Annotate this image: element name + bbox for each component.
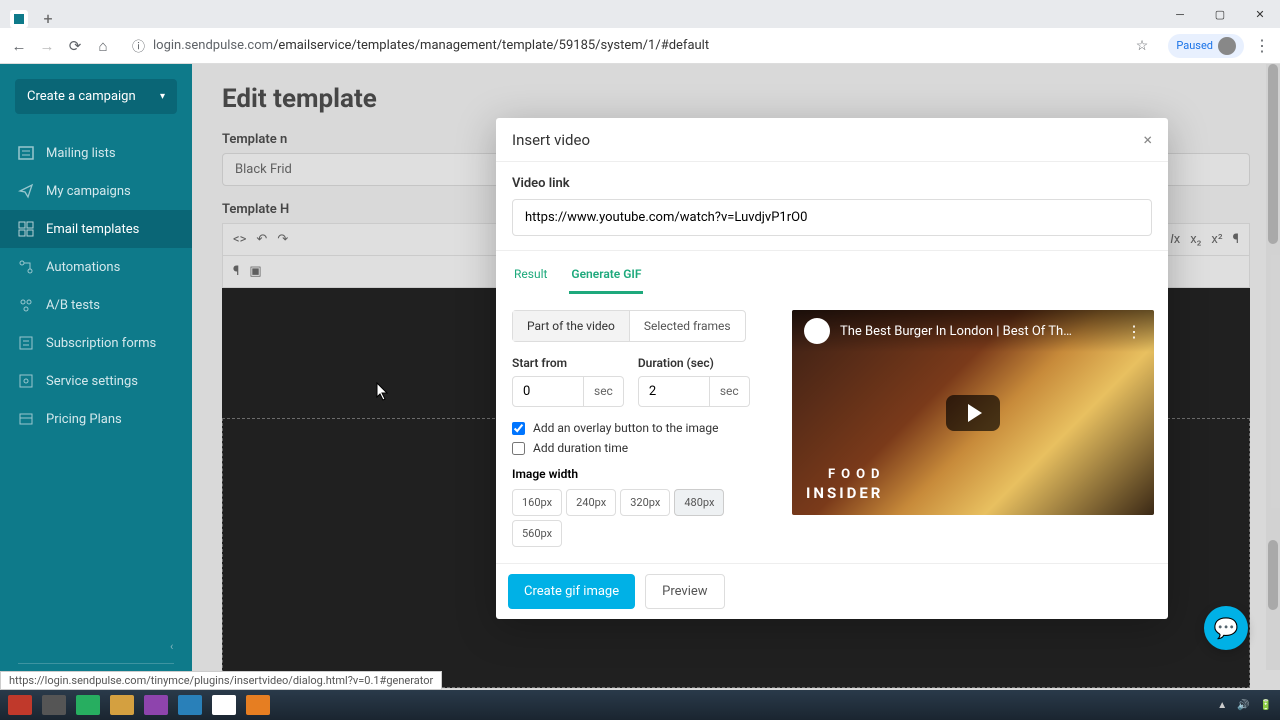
- video-link-label: Video link: [512, 176, 1152, 191]
- chevron-down-icon: ▾: [160, 91, 165, 102]
- insert-video-modal: Insert video × Video link Result Generat…: [496, 118, 1168, 619]
- sidebar-item-ab-tests[interactable]: A/B tests: [0, 286, 192, 324]
- profile-paused-chip[interactable]: Paused: [1168, 34, 1244, 58]
- segment-selected-frames[interactable]: Selected frames: [630, 311, 745, 341]
- duration-unit: sec: [710, 376, 750, 407]
- minimize-icon[interactable]: ─: [1160, 0, 1200, 28]
- status-bar: https://login.sendpulse.com/tinymce/plug…: [0, 671, 442, 690]
- browser-tab[interactable]: [10, 10, 28, 28]
- sidebar-item-pricing[interactable]: Pricing Plans: [0, 400, 192, 438]
- sidebar: Create a campaign▾ Mailing lists My camp…: [0, 64, 192, 720]
- forms-icon: [18, 335, 34, 351]
- list-icon: [18, 145, 34, 161]
- site-info-icon[interactable]: ⓘ: [132, 36, 145, 55]
- channel-avatar: [804, 318, 830, 344]
- duration-checkbox[interactable]: [512, 442, 525, 455]
- width-btn-240[interactable]: 240px: [566, 489, 616, 516]
- create-gif-button[interactable]: Create gif image: [508, 574, 635, 609]
- video-more-icon[interactable]: ⋮: [1126, 322, 1142, 341]
- abtest-icon: [18, 297, 34, 313]
- start-from-input[interactable]: [512, 376, 584, 407]
- preview-button[interactable]: Preview: [645, 574, 724, 609]
- modal-title: Insert video: [512, 131, 590, 149]
- width-btn-480[interactable]: 480px: [674, 489, 724, 516]
- sidebar-item-subscription-forms[interactable]: Subscription forms: [0, 324, 192, 362]
- tab-generate-gif[interactable]: Generate GIF: [569, 257, 643, 294]
- close-icon[interactable]: ×: [1143, 130, 1152, 149]
- collapse-sidebar-icon[interactable]: ‹: [0, 630, 192, 663]
- browser-menu-icon[interactable]: ⋮: [1254, 36, 1270, 55]
- address-bar[interactable]: ⓘ login.sendpulse.com/emailservice/templ…: [122, 32, 1158, 60]
- video-title: The Best Burger In London | Best Of Th…: [840, 324, 1116, 339]
- duration-checkbox-row[interactable]: Add duration time: [512, 441, 774, 455]
- reload-icon[interactable]: ⟳: [66, 37, 84, 55]
- video-link-input[interactable]: [512, 199, 1152, 236]
- segment-part-of-video[interactable]: Part of the video: [513, 311, 630, 341]
- new-tab-button[interactable]: +: [38, 8, 58, 28]
- overlay-checkbox-row[interactable]: Add an overlay button to the image: [512, 421, 774, 435]
- forward-icon[interactable]: →: [38, 37, 56, 55]
- start-from-label: Start from: [512, 356, 624, 370]
- video-brand-overlay: FOOD INSIDER: [806, 467, 886, 503]
- sidebar-item-my-campaigns[interactable]: My campaigns: [0, 172, 192, 210]
- sidebar-item-mailing-lists[interactable]: Mailing lists: [0, 134, 192, 172]
- pricing-icon: [18, 411, 34, 427]
- tab-result[interactable]: Result: [512, 257, 549, 294]
- back-icon[interactable]: ←: [10, 37, 28, 55]
- overlay-checkbox[interactable]: [512, 422, 525, 435]
- start-unit: sec: [584, 376, 624, 407]
- create-campaign-button[interactable]: Create a campaign▾: [15, 79, 177, 114]
- settings-icon: [18, 373, 34, 389]
- duration-input[interactable]: [638, 376, 710, 407]
- play-icon[interactable]: [946, 395, 1000, 431]
- sidebar-item-automations[interactable]: Automations: [0, 248, 192, 286]
- automations-icon: [18, 259, 34, 275]
- duration-label: Duration (sec): [638, 356, 750, 370]
- help-chat-icon[interactable]: 💬: [1204, 606, 1248, 650]
- home-icon[interactable]: ⌂: [94, 37, 112, 55]
- sidebar-item-service-settings[interactable]: Service settings: [0, 362, 192, 400]
- width-btn-560[interactable]: 560px: [512, 520, 562, 547]
- width-btn-160[interactable]: 160px: [512, 489, 562, 516]
- close-icon[interactable]: ✕: [1240, 0, 1280, 28]
- video-preview[interactable]: The Best Burger In London | Best Of Th… …: [792, 310, 1154, 515]
- taskbar[interactable]: ▲🔊🔋: [0, 690, 1280, 720]
- send-icon: [18, 183, 34, 199]
- avatar: [1218, 37, 1236, 55]
- templates-icon: [18, 221, 34, 237]
- maximize-icon[interactable]: ▢: [1200, 0, 1240, 28]
- width-btn-320[interactable]: 320px: [620, 489, 670, 516]
- bookmark-icon[interactable]: ☆: [1136, 38, 1149, 54]
- image-width-label: Image width: [512, 467, 774, 481]
- sidebar-item-email-templates[interactable]: Email templates: [0, 210, 192, 248]
